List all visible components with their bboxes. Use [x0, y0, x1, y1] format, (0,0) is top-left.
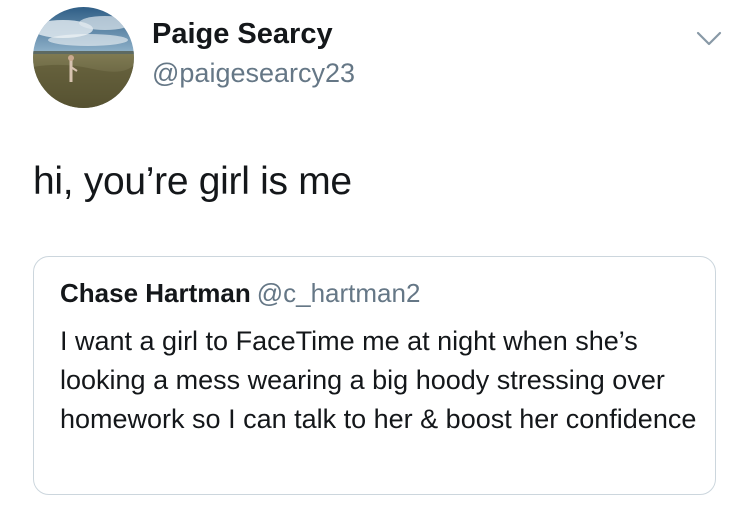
tweet: Paige Searcy @paigesearcy23 hi, you’re g… — [0, 0, 750, 511]
quoted-tweet-header: Chase Hartman @c_hartman2 — [60, 278, 420, 309]
quoted-tweet-card[interactable]: Chase Hartman @c_hartman2 I want a girl t… — [33, 256, 716, 495]
author-name[interactable]: Paige Searcy — [152, 18, 333, 51]
quoted-author-handle: @c_hartman2 — [256, 278, 421, 308]
tweet-text: hi, you’re girl is me — [33, 160, 352, 203]
quoted-tweet-text: I want a girl to FaceTime me at night wh… — [60, 326, 697, 434]
author-handle[interactable]: @paigesearcy23 — [152, 58, 355, 89]
avatar[interactable] — [33, 7, 134, 108]
chevron-down-icon[interactable] — [696, 30, 722, 48]
avatar-photo — [33, 7, 134, 108]
quoted-author-name: Chase Hartman — [60, 278, 251, 308]
